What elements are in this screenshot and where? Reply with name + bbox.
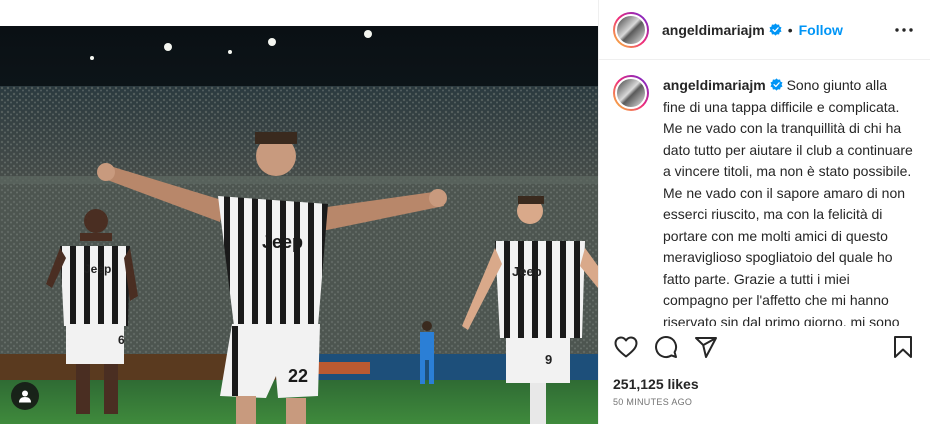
number-center: 22 [288,366,308,386]
sponsor-right: Jeep [512,264,542,279]
verified-badge-icon [770,78,783,91]
caption-username[interactable]: angeldimariajm [663,77,766,93]
caption-area: angeldimariajm Sono giunto alla fine di … [599,61,930,326]
caption: angeldimariajm Sono giunto alla fine di … [663,75,913,326]
user-tag-icon [19,390,31,403]
save-button[interactable] [890,334,916,360]
post-timestamp[interactable]: 50 MINUTES AGO [613,397,692,407]
number-left: 6 [118,333,125,347]
sponsor-left: Jeep [84,262,111,276]
bookmark-icon [894,336,912,358]
post-username[interactable]: angeldimariajm [662,22,765,38]
comment-button[interactable] [653,334,679,360]
sponsor-center: Jeep [262,232,303,252]
comment-icon [655,336,678,358]
follow-button[interactable]: Follow [799,22,843,38]
caption-body: Sono giunto alla fine di una tappa diffi… [663,77,913,326]
verified-badge-icon [769,23,782,36]
more-options-icon [895,27,913,32]
caption-avatar[interactable] [613,75,649,111]
user-tag-button[interactable] [11,382,39,410]
post-side-panel: angeldimariajm • Follow angeldimariajm S… [598,0,930,424]
likes-count[interactable]: 251,125 likes [613,376,699,392]
heart-icon [614,336,638,358]
avatar[interactable] [613,11,649,48]
action-bar [599,330,930,364]
share-icon [695,337,717,358]
share-button[interactable] [693,334,719,360]
celebration-photo: Jeep 6 Jeep 9 Jeep 22 [0,26,598,424]
post-media-pane: Jeep 6 Jeep 9 Jeep 22 [0,0,598,424]
more-options-button[interactable] [892,18,916,42]
post-header: angeldimariajm • Follow [599,0,930,60]
post-photo[interactable]: Jeep 6 Jeep 9 Jeep 22 [0,26,598,424]
number-right: 9 [545,352,552,367]
header-separator: • [787,21,793,38]
like-button[interactable] [613,334,639,360]
